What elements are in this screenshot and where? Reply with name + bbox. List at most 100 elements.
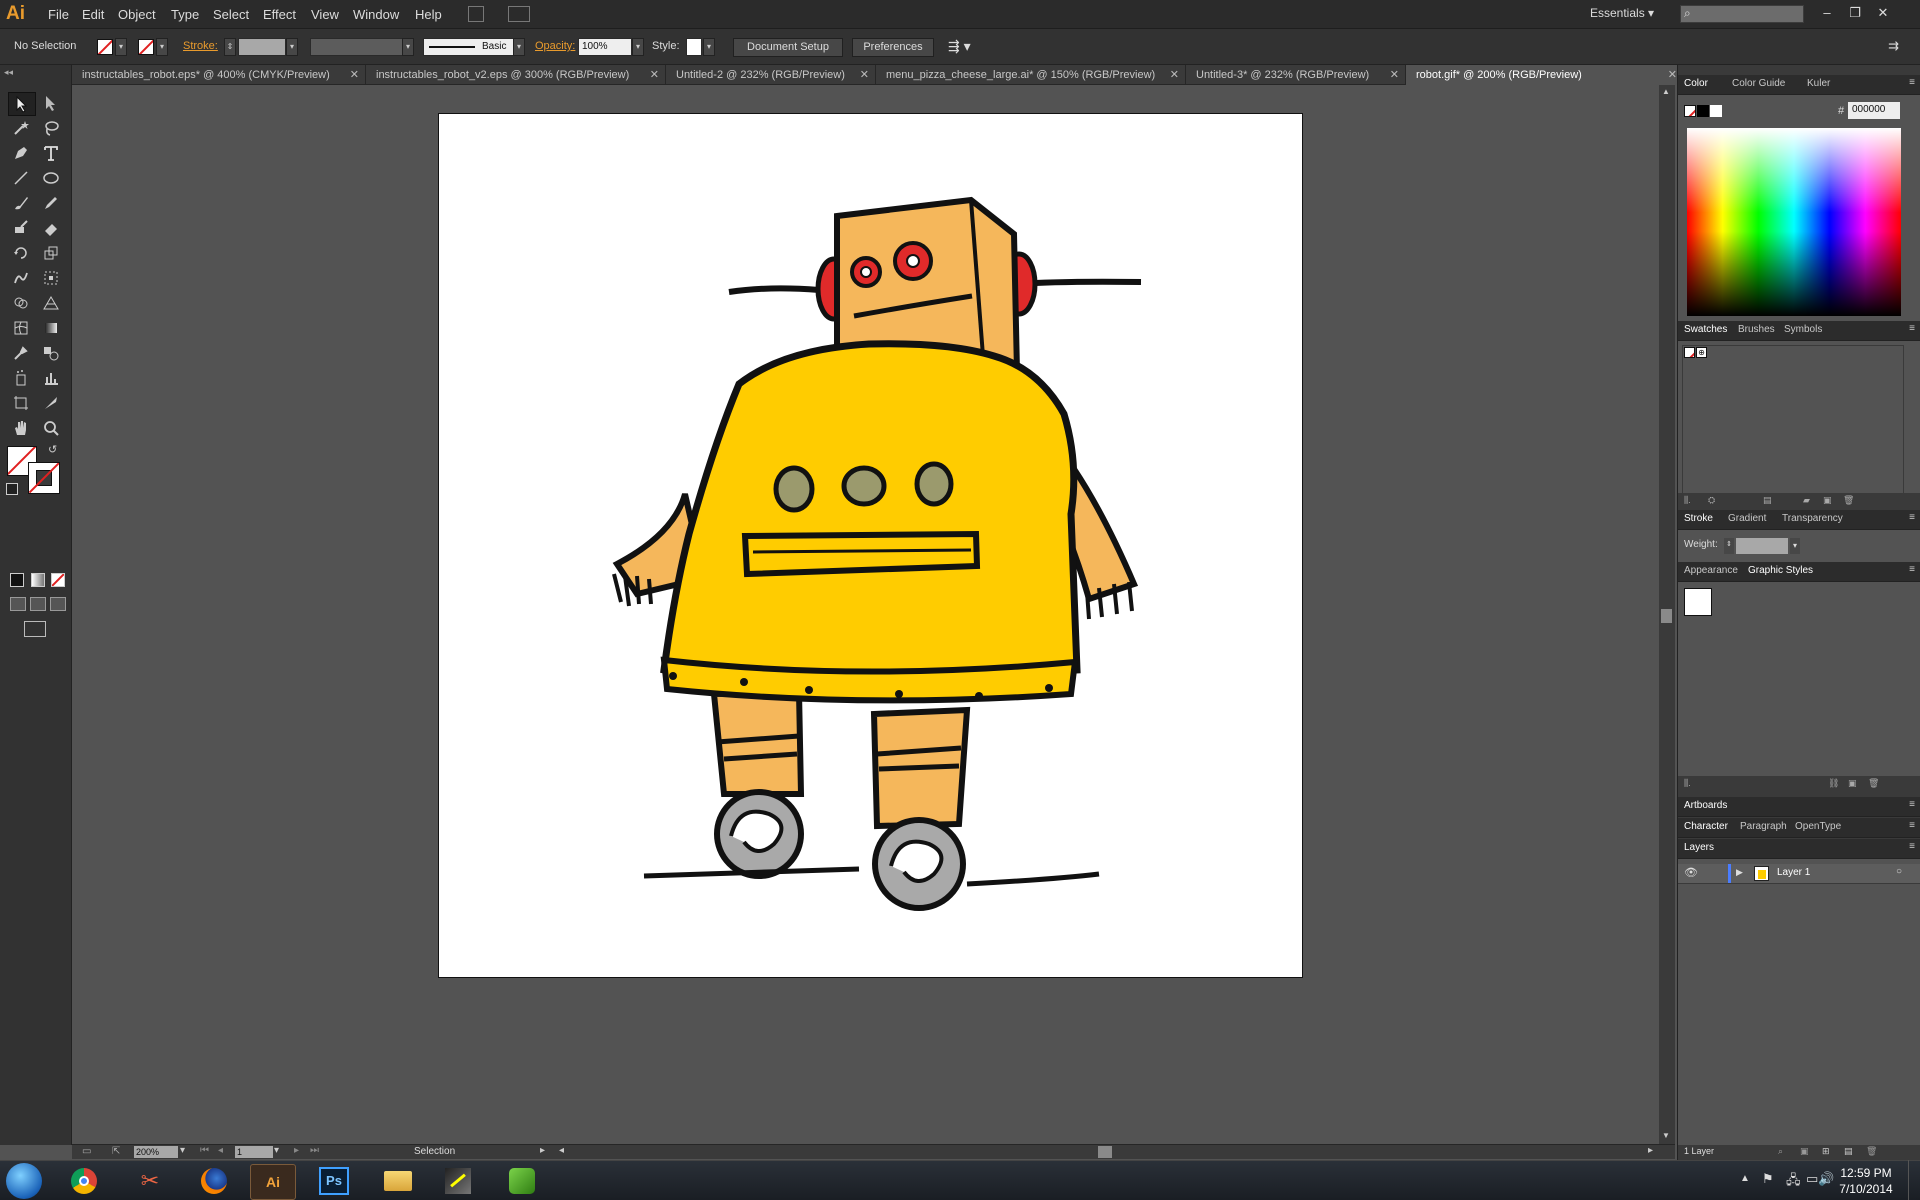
perspective-grid-tool-icon[interactable]	[38, 292, 64, 314]
line-tool-icon[interactable]	[8, 167, 34, 189]
chrome-icon[interactable]	[62, 1164, 106, 1198]
current-tool-status[interactable]: Selection	[414, 1146, 455, 1157]
pencil-tool-icon[interactable]	[38, 192, 64, 214]
start-button[interactable]	[6, 1163, 42, 1199]
visibility-eye-icon[interactable]: 👁	[1684, 866, 1698, 879]
status-panel-icon[interactable]: ▭	[82, 1146, 91, 1157]
style-dropdown[interactable]: ▾	[703, 38, 715, 56]
eraser-tool-icon[interactable]	[38, 217, 64, 239]
close-tab-icon[interactable]: ✕	[650, 65, 659, 85]
swatches-panel-menu-icon[interactable]: ≡	[1909, 323, 1915, 334]
scale-tool-icon[interactable]	[38, 242, 64, 264]
none-mode-icon[interactable]	[51, 573, 65, 587]
menu-help[interactable]: Help	[415, 7, 442, 22]
preferences-button[interactable]: Preferences	[852, 38, 934, 57]
menu-select[interactable]: Select	[213, 7, 249, 22]
weight-stepper[interactable]: ⇕	[1724, 538, 1734, 554]
last-artboard-icon[interactable]: ⏭	[310, 1145, 319, 1156]
swatch-libraries-icon[interactable]: ⫼.	[1684, 495, 1691, 506]
make-clipping-mask-icon[interactable]: ▣	[1800, 1146, 1809, 1157]
status-export-icon[interactable]: ⇱	[112, 1146, 120, 1157]
zoom-dropdown[interactable]: ▾	[180, 1145, 185, 1156]
delete-layer-icon[interactable]: 🗑	[1866, 1146, 1877, 1157]
layers-menu-icon[interactable]: ≡	[1909, 841, 1915, 852]
color-none-swatch[interactable]	[1684, 105, 1696, 117]
artboard[interactable]	[438, 113, 1303, 978]
tab-robot-gif[interactable]: robot.gif* @ 200% (RGB/Preview) ✕	[1406, 65, 1684, 85]
menu-view[interactable]: View	[311, 7, 339, 22]
opacity-field[interactable]: 100%	[578, 38, 632, 56]
hscroll-left-icon[interactable]: ◂	[559, 1145, 564, 1156]
tab-untitled-3[interactable]: Untitled-3* @ 232% (RGB/Preview) ✕	[1186, 65, 1406, 85]
app-icon[interactable]	[436, 1164, 480, 1198]
warp-tool-icon[interactable]	[8, 267, 34, 289]
artboard-tool-icon[interactable]	[8, 392, 34, 414]
clock-time[interactable]: 12:59 PM	[1836, 1166, 1896, 1180]
display-icon[interactable]: ▭	[1806, 1171, 1818, 1187]
scroll-thumb[interactable]	[1661, 609, 1672, 623]
blob-brush-tool-icon[interactable]	[8, 217, 34, 239]
tab-instructables-robot[interactable]: instructables_robot.eps* @ 400% (CMYK/Pr…	[72, 65, 366, 85]
magic-wand-tool-icon[interactable]	[8, 117, 34, 139]
robot-illustration[interactable]	[439, 114, 1304, 979]
swap-fill-stroke-icon[interactable]: ↺	[48, 443, 57, 456]
search-input[interactable]: ⌕	[1680, 5, 1804, 23]
tab-kuler[interactable]: Kuler	[1807, 78, 1830, 89]
first-artboard-icon[interactable]: ⏮	[200, 1145, 209, 1156]
eyedropper-tool-icon[interactable]	[8, 342, 34, 364]
default-colors-icon[interactable]	[6, 483, 18, 495]
scroll-down-icon[interactable]: ▼	[1662, 1131, 1670, 1140]
prev-artboard-icon[interactable]: ◂	[218, 1145, 223, 1156]
graphic-style-libraries-icon[interactable]: ⫼.	[1684, 778, 1691, 789]
tab-gradient[interactable]: Gradient	[1728, 513, 1766, 524]
photoshop-icon[interactable]: Ps	[312, 1164, 356, 1198]
symbol-sprayer-tool-icon[interactable]	[8, 367, 34, 389]
mesh-tool-icon[interactable]	[8, 317, 34, 339]
weight-field[interactable]	[1736, 538, 1788, 554]
tab-paragraph[interactable]: Paragraph	[1740, 821, 1787, 832]
close-button[interactable]: ✕	[1870, 3, 1896, 23]
menu-type[interactable]: Type	[171, 7, 199, 22]
stroke-color-box[interactable]	[28, 462, 60, 494]
gradient-tool-icon[interactable]	[38, 317, 64, 339]
variable-width-dropdown[interactable]: ▾	[402, 38, 414, 56]
tab-stroke[interactable]: Stroke	[1684, 513, 1713, 524]
gantt-icon[interactable]	[500, 1164, 544, 1198]
graphic-styles-menu-icon[interactable]: ≡	[1909, 564, 1915, 575]
new-sublayer-icon[interactable]: ⊞	[1822, 1146, 1830, 1157]
clock-date[interactable]: 7/10/2014	[1836, 1182, 1896, 1196]
snip-icon[interactable]: ✂	[128, 1164, 172, 1198]
swatch-kind-icon[interactable]: ⛭	[1708, 495, 1715, 506]
opacity-label[interactable]: Opacity:	[535, 40, 575, 52]
new-layer-icon[interactable]: ▤	[1844, 1146, 1853, 1157]
status-menu-icon[interactable]: ▸	[540, 1145, 545, 1156]
arrange-icon[interactable]: ⇶ ▾	[948, 38, 971, 55]
color-mode-icon[interactable]	[10, 573, 24, 587]
paintbrush-tool-icon[interactable]	[8, 192, 34, 214]
tab-swatches[interactable]: Swatches	[1684, 324, 1727, 335]
tab-artboards[interactable]: Artboards	[1684, 800, 1727, 811]
tab-symbols[interactable]: Symbols	[1784, 324, 1822, 335]
pen-tool-icon[interactable]	[8, 142, 34, 164]
stroke-weight-dropdown[interactable]: ▾	[286, 38, 298, 56]
zoom-tool-icon[interactable]	[38, 417, 64, 439]
stroke-label[interactable]: Stroke:	[183, 40, 218, 52]
character-menu-icon[interactable]: ≡	[1909, 820, 1915, 831]
illustrator-icon[interactable]: Ai	[250, 1164, 296, 1200]
gradient-mode-icon[interactable]	[31, 573, 45, 587]
stroke-swatch[interactable]	[138, 39, 154, 55]
close-tab-icon[interactable]: ✕	[1170, 65, 1179, 85]
fill-swatch[interactable]	[97, 39, 113, 55]
weight-dropdown[interactable]: ▾	[1790, 538, 1800, 554]
style-swatch[interactable]	[686, 38, 702, 56]
tab-instructables-robot-v2[interactable]: instructables_robot_v2.eps @ 300% (RGB/P…	[366, 65, 666, 85]
show-hidden-icons[interactable]: ▲	[1740, 1173, 1750, 1184]
tools-grip[interactable]: ◂◂	[4, 67, 13, 78]
stroke-weight-stepper[interactable]: ⇕	[224, 38, 236, 56]
draw-behind-icon[interactable]	[30, 597, 46, 611]
hex-color-field[interactable]: 000000	[1848, 102, 1900, 119]
action-center-icon[interactable]: ⚑	[1762, 1171, 1774, 1187]
delete-graphic-style-icon[interactable]: 🗑	[1868, 778, 1879, 789]
type-tool-icon[interactable]	[38, 142, 64, 164]
stroke-dropdown[interactable]: ▾	[156, 38, 168, 56]
